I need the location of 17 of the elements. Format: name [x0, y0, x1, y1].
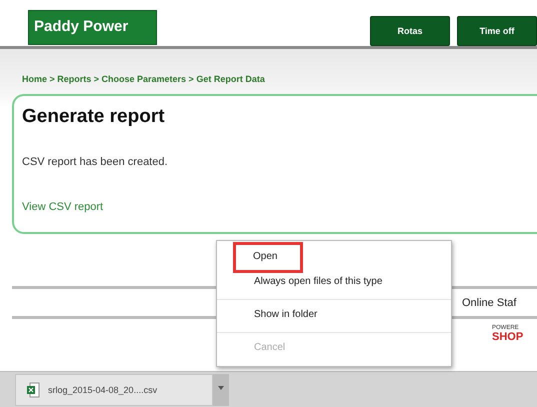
view-report-link[interactable]: View CSV report — [22, 201, 104, 213]
menu-item[interactable]: Show in folder — [217, 304, 451, 328]
menu-item[interactable]: Always open files of this type — [217, 271, 451, 295]
spreadsheet-icon — [26, 382, 40, 398]
status-message: CSV report has been created. — [22, 156, 169, 168]
menu-item[interactable]: Open — [235, 244, 301, 271]
caret-icon — [218, 386, 224, 390]
nav-button[interactable]: Rotas — [370, 16, 450, 46]
staff-label: Online Staf — [462, 296, 518, 308]
menu-button[interactable] — [213, 374, 229, 406]
page-title: Generate report — [22, 106, 166, 128]
logo[interactable]: Paddy Power — [28, 10, 157, 45]
file-name: srlog_2015-04-08_20....csv — [48, 384, 158, 394]
shop-logo: SHOP — [492, 331, 524, 343]
download-item[interactable]: srlog_2015-04-08_20....csv — [15, 374, 213, 406]
nav-button[interactable]: Time off — [457, 16, 537, 46]
breadcrumb: Home > Reports > Choose Parameters > Get Report Data — [22, 74, 266, 86]
